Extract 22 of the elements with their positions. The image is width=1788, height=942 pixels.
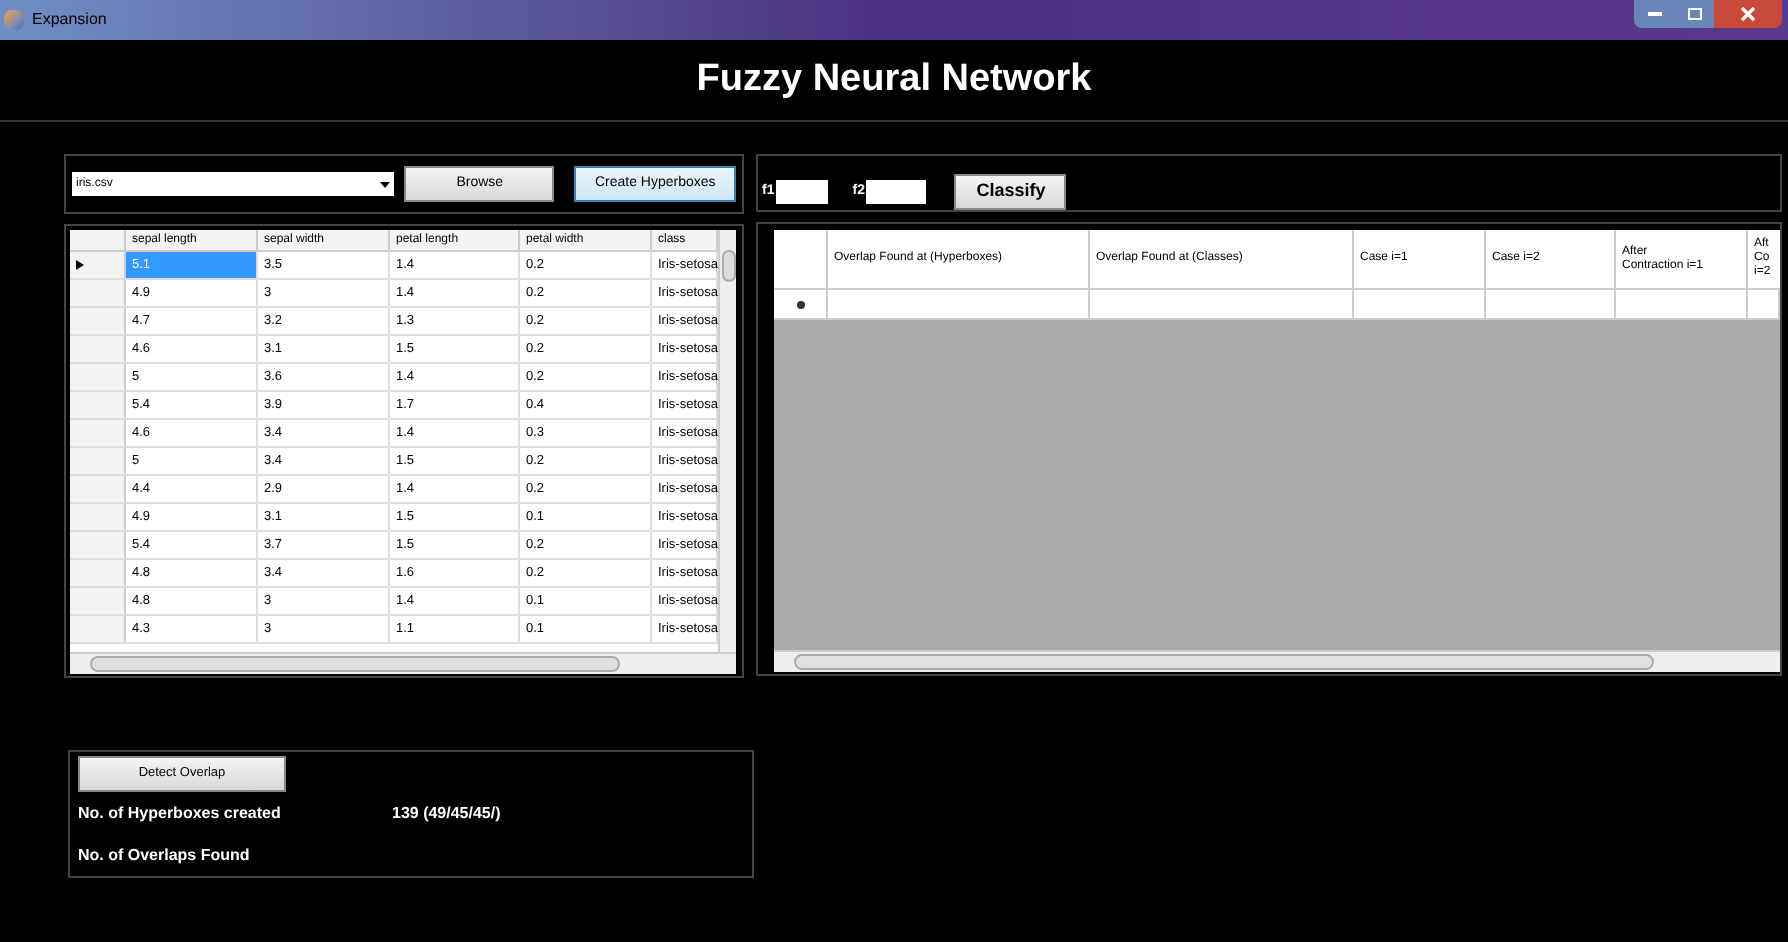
- overlaps-label: No. of Overlaps Found: [78, 844, 252, 868]
- window-title: Expansion: [32, 8, 107, 32]
- new-row-icon: [795, 299, 805, 309]
- f1-field[interactable]: [776, 179, 829, 203]
- minimize-icon: [1647, 12, 1661, 16]
- f2-field[interactable]: [866, 179, 927, 203]
- maximize-icon: [1687, 8, 1701, 20]
- row-header[interactable]: [70, 252, 126, 278]
- caret-icon: [380, 181, 391, 187]
- hyperboxes-count: 139 (49/45/45/): [392, 802, 501, 826]
- minimize-button[interactable]: [1634, 0, 1674, 28]
- close-icon: [1740, 6, 1756, 22]
- close-button[interactable]: [1714, 0, 1782, 28]
- maximize-button[interactable]: [1674, 0, 1714, 28]
- hyperboxes-label: No. of Hyperboxes created: [78, 802, 283, 826]
- app-icon: [4, 10, 24, 30]
- current-row-arrow-icon: [76, 260, 84, 270]
- horizontal-scrollbar[interactable]: [774, 650, 1780, 672]
- vertical-scrollbar[interactable]: [718, 230, 736, 652]
- horizontal-scrollbar[interactable]: [70, 652, 736, 674]
- app-heading: Fuzzy Neural Network: [696, 55, 1092, 104]
- classify-button[interactable]: Classify: [954, 173, 1067, 209]
